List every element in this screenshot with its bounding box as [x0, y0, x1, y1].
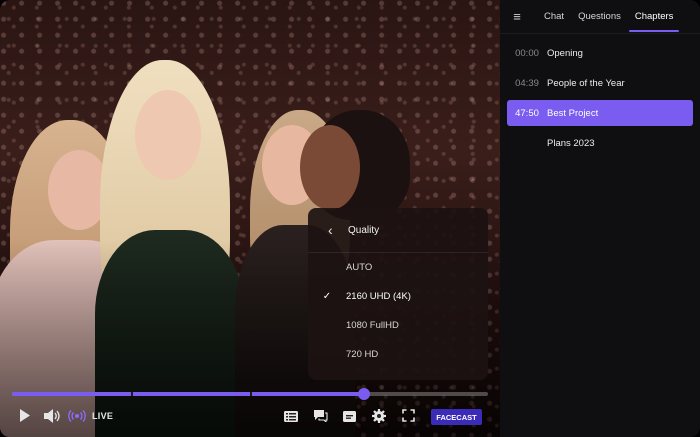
- progress-fill: [12, 392, 365, 396]
- chat-bubble-icon: [313, 409, 328, 425]
- hamburger-menu-icon[interactable]: ≡: [500, 9, 534, 24]
- live-label: LIVE: [92, 411, 114, 421]
- chapter-item[interactable]: 47:50 Best Project: [507, 100, 693, 126]
- control-bar: LIVE FACECAST: [0, 404, 500, 430]
- chapter-title: Plans 2023: [547, 137, 595, 149]
- chapter-mark: [250, 392, 252, 396]
- checkmark-icon: ✓: [322, 291, 332, 302]
- fullscreen-button[interactable]: [398, 404, 418, 430]
- tab-chat[interactable]: Chat: [544, 0, 564, 33]
- quality-option[interactable]: 1080 FullHD: [308, 311, 488, 340]
- chapter-item[interactable]: 00:00 Opening: [507, 40, 693, 66]
- quality-option-label: 2160 UHD (4K): [346, 291, 411, 302]
- quality-options: AUTO ✓ 2160 UHD (4K) 1080 FullHD 720 HD: [308, 253, 488, 369]
- quality-option[interactable]: 720 HD: [308, 340, 488, 369]
- quality-option-label: 1080 FullHD: [346, 320, 399, 331]
- side-panel: ≡ Chat Questions Chapters 00:00 Opening 04…: [500, 0, 700, 437]
- quality-menu-header[interactable]: ‹ Quality: [308, 208, 488, 253]
- chapter-item[interactable]: Plans 2023: [507, 130, 693, 156]
- brand-logo[interactable]: FACECAST: [431, 409, 482, 425]
- chapter-mark: [131, 392, 133, 396]
- tab-chapters[interactable]: Chapters: [628, 0, 679, 33]
- quality-option[interactable]: ✓ 2160 UHD (4K): [308, 282, 488, 311]
- gear-icon: [372, 408, 386, 426]
- video-frame[interactable]: ‹ Quality AUTO ✓ 2160 UHD (4K) 1080 FullHD 7…: [0, 0, 500, 437]
- live-broadcast-icon: [68, 409, 86, 426]
- tab-questions[interactable]: Questions: [578, 0, 621, 33]
- quality-menu: ‹ Quality AUTO ✓ 2160 UHD (4K) 1080 FullHD 7…: [308, 208, 488, 380]
- chapter-title: People of the Year: [547, 77, 625, 89]
- subtitles-icon: [342, 409, 356, 425]
- chapter-title: Best Project: [547, 107, 599, 119]
- chevron-left-icon[interactable]: ‹: [328, 222, 342, 238]
- chat-button[interactable]: [311, 404, 329, 430]
- volume-icon: [43, 408, 61, 426]
- subtitles-button[interactable]: [340, 404, 358, 430]
- progress-bar[interactable]: [12, 388, 488, 400]
- fullscreen-icon: [401, 409, 415, 425]
- chapter-time: 04:39: [515, 77, 539, 89]
- quality-option-label: AUTO: [346, 262, 373, 273]
- chapter-time: 00:00: [515, 47, 539, 59]
- player-window: ‹ Quality AUTO ✓ 2160 UHD (4K) 1080 FullHD 7…: [0, 0, 700, 437]
- live-indicator[interactable]: [67, 404, 87, 430]
- volume-button[interactable]: [42, 404, 62, 430]
- quality-menu-title: Quality: [348, 224, 380, 236]
- play-button[interactable]: [16, 404, 34, 430]
- chapters-button[interactable]: [282, 404, 300, 430]
- chapter-item[interactable]: 04:39 People of the Year: [507, 70, 693, 96]
- quality-option-label: 720 HD: [346, 349, 379, 360]
- chapter-title: Opening: [547, 47, 583, 59]
- play-icon: [19, 409, 31, 425]
- panel-tabs: ≡ Chat Questions Chapters: [500, 0, 700, 34]
- chapter-time: 47:50: [515, 107, 539, 119]
- quality-option[interactable]: AUTO: [308, 253, 488, 282]
- chapters-list-icon: [284, 409, 298, 425]
- settings-button[interactable]: [369, 404, 389, 430]
